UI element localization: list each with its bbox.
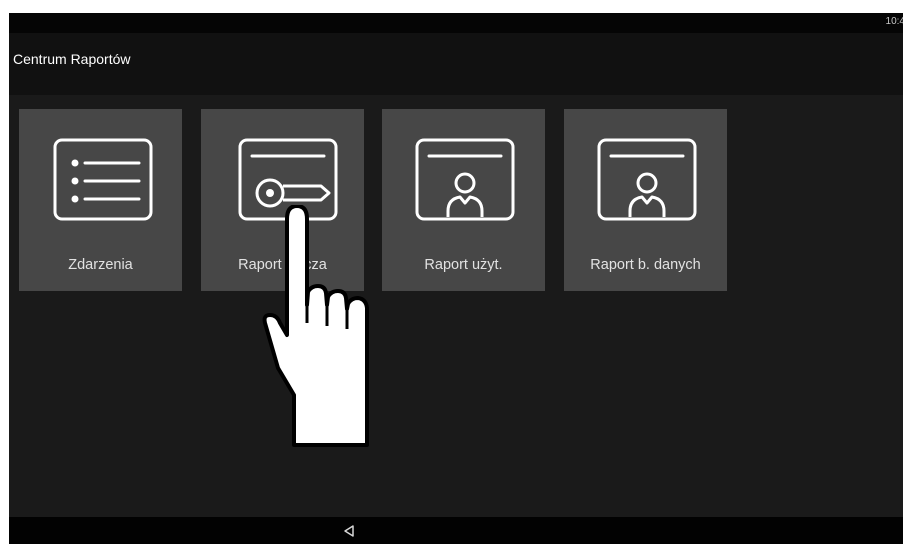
user-card-icon	[382, 131, 545, 231]
tile-database-report[interactable]: Raport b. danych	[564, 109, 727, 291]
status-time: 10:4	[885, 16, 903, 27]
tile-label: Raport b. danych	[590, 257, 701, 273]
status-bar: 10:4	[9, 13, 903, 33]
tile-events[interactable]: Zdarzenia	[19, 109, 182, 291]
page-title: Centrum Raportów	[13, 51, 131, 67]
tile-label: Zdarzenia	[68, 257, 133, 273]
pointing-hand-icon	[262, 205, 369, 447]
device-screen: 10:4 Centrum Raportów Zdarzenia Raport k…	[9, 13, 903, 544]
user-card-icon	[564, 131, 727, 231]
tile-user-report[interactable]: Raport użyt.	[382, 109, 545, 291]
tile-grid: Zdarzenia Raport klucza Raport użyt. Rap…	[9, 95, 903, 517]
list-icon	[19, 131, 182, 231]
back-triangle-icon[interactable]	[342, 524, 356, 538]
tile-label: Raport użyt.	[424, 257, 503, 273]
app-bar: Centrum Raportów	[9, 33, 903, 95]
navigation-bar	[9, 517, 903, 544]
